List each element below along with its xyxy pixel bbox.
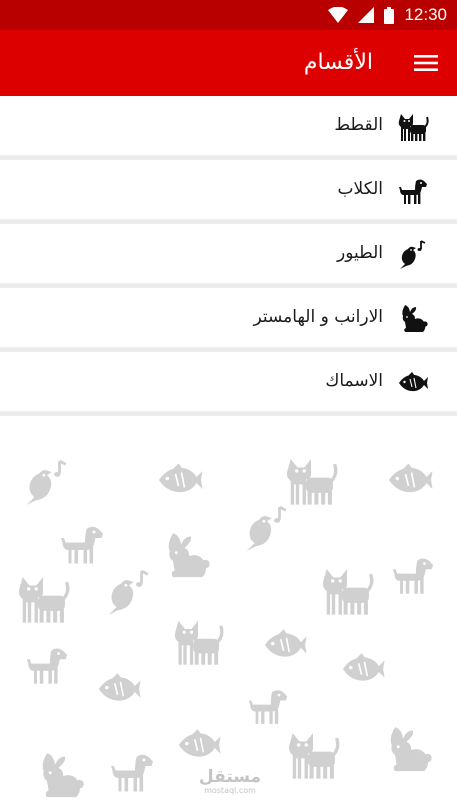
fish-icon [340, 646, 386, 692]
dog-icon [390, 552, 436, 598]
status-time: 12:30 [404, 5, 447, 24]
fish-icon [262, 622, 308, 668]
category-item-cats[interactable]: القطط [0, 96, 457, 160]
status-bar: 12:30 [0, 0, 457, 30]
category-label: الطيور [337, 243, 383, 263]
menu-icon[interactable] [413, 50, 439, 76]
signal-icon [358, 7, 375, 23]
watermark-logo: مستقل [198, 767, 262, 787]
watermark-url: mostaql.com [204, 786, 256, 795]
bird-icon [22, 458, 72, 508]
rabbit-icon [160, 530, 212, 582]
category-item-rabbits[interactable]: الارانب و الهامستر [0, 288, 457, 352]
background-pattern [0, 416, 457, 812]
status-icons: 12:30 [328, 0, 457, 30]
cat-icon [172, 616, 224, 668]
category-item-fish[interactable]: الاسماك [0, 352, 457, 416]
bird-icon [397, 239, 429, 271]
bird-icon [104, 568, 154, 618]
cat-icon [320, 564, 374, 618]
fish-icon [386, 456, 434, 504]
app-bar: الأقسام [0, 30, 457, 96]
category-list: القطط الكلاب الطيور الارانب و الهامستر ا… [0, 96, 457, 416]
cat-icon [284, 454, 338, 508]
dog-icon [108, 748, 156, 796]
fish-icon [397, 367, 429, 399]
category-item-dogs[interactable]: الكلاب [0, 160, 457, 224]
fish-icon [96, 666, 142, 712]
rabbit-icon [397, 303, 429, 335]
dog-icon [24, 642, 70, 688]
cat-icon [286, 728, 340, 782]
dog-icon [397, 175, 429, 207]
dog-icon [58, 520, 106, 568]
category-label: الكلاب [337, 179, 383, 199]
category-label: القطط [334, 115, 383, 135]
fish-icon [156, 456, 204, 504]
rabbit-icon [34, 750, 86, 802]
wifi-icon [328, 7, 349, 23]
category-label: الارانب و الهامستر [253, 307, 384, 327]
category-label: الاسماك [325, 371, 383, 391]
rabbit-icon [382, 724, 434, 776]
fish-icon [176, 722, 222, 768]
bird-icon [242, 504, 292, 554]
category-item-birds[interactable]: الطيور [0, 224, 457, 288]
battery-icon [384, 6, 395, 24]
page-title: الأقسام [303, 50, 373, 75]
watermark: مستقل mostaql.com [195, 768, 265, 796]
cat-icon [16, 572, 70, 626]
dog-icon [246, 684, 290, 728]
cat-icon [397, 111, 429, 143]
